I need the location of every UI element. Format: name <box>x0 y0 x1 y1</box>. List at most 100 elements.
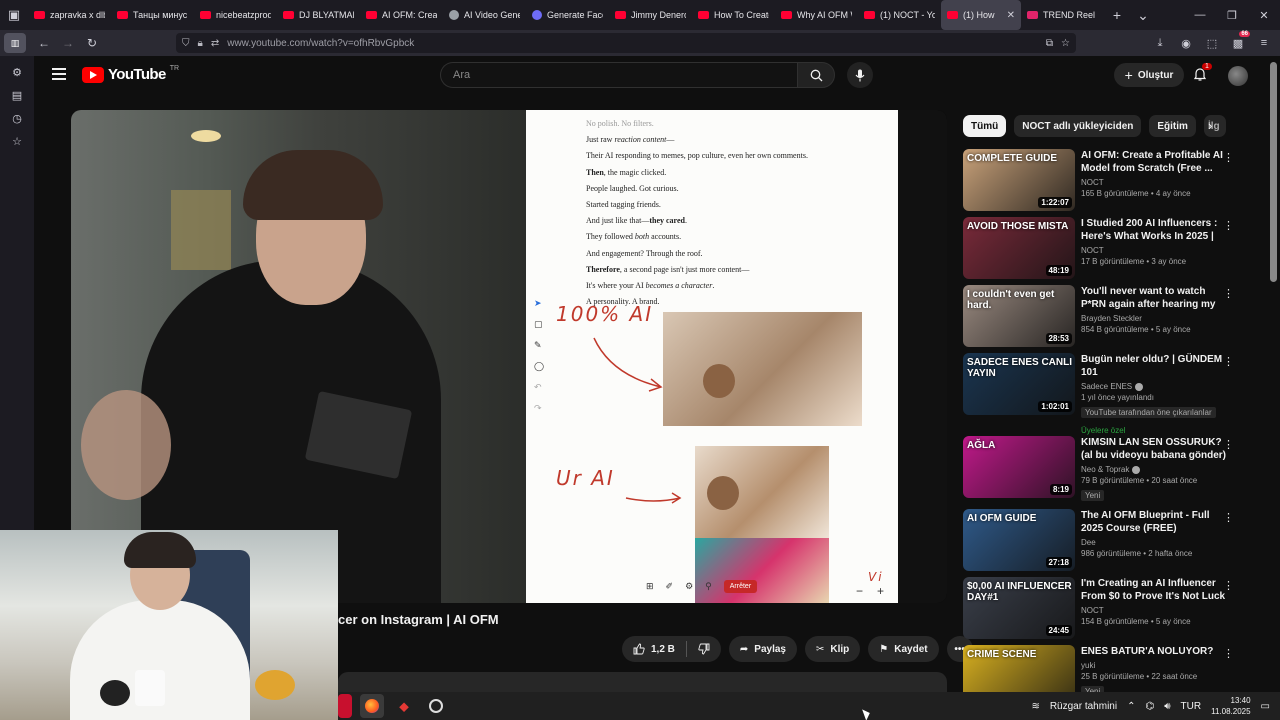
shield-icon[interactable]: ⛉ <box>182 38 190 49</box>
taskbar-app-icon[interactable] <box>338 694 352 718</box>
bookmark-star-icon[interactable]: ☆ <box>1061 38 1070 49</box>
more-vertical-icon[interactable]: ⋮ <box>1223 438 1234 451</box>
comment-icon[interactable]: ◯ <box>534 361 544 372</box>
browser-tab[interactable]: nicebeatzprod <box>194 0 277 30</box>
browser-tab[interactable]: How To Create <box>692 0 775 30</box>
back-icon[interactable]: ← <box>32 31 56 55</box>
more-vertical-icon[interactable]: ⋮ <box>1223 355 1234 368</box>
minimize-icon[interactable]: — <box>1184 0 1216 30</box>
more-vertical-icon[interactable]: ⋮ <box>1223 287 1234 300</box>
scrollbar-thumb[interactable] <box>1270 62 1277 282</box>
recommended-video[interactable]: SADECE ENES CANLI YAYIN 1:02:01 Bugün nele… <box>963 353 1253 436</box>
browser-tab[interactable]: (1) NOCT - You <box>858 0 941 30</box>
avatar[interactable] <box>1228 66 1248 86</box>
notifications-button[interactable]: 1 <box>1192 63 1212 84</box>
zoom-out-icon[interactable]: − <box>856 584 863 598</box>
more-vertical-icon[interactable]: ⋮ <box>1223 219 1234 232</box>
extensions-icon[interactable]: ⬚ <box>1202 33 1222 53</box>
downloads-icon[interactable]: ⤓ <box>1150 33 1170 53</box>
browser-tab[interactable]: (1) How ✕ <box>941 0 1021 30</box>
grid-icon[interactable]: ⊞ <box>646 581 654 592</box>
firefox-view-icon[interactable]: ▣ <box>0 0 28 30</box>
channel-name[interactable]: Neo & Toprak <box>1081 465 1129 474</box>
recommended-video[interactable]: AI OFM GUIDE 27:18 The AI OFM Blueprint - … <box>963 509 1253 577</box>
page-scrollbar[interactable] <box>1268 56 1280 696</box>
browser-tab[interactable]: DJ BLYATMAN <box>277 0 360 30</box>
permissions-icon[interactable]: ⇄ <box>211 38 219 49</box>
lock-icon[interactable]: 🔒︎ <box>198 38 203 49</box>
save-button[interactable]: ⚑ Kaydet <box>868 636 939 662</box>
addon-icon[interactable]: ▩ 66 <box>1228 31 1250 53</box>
channel-name[interactable]: NOCT <box>1081 606 1104 615</box>
pin-taskbar-icon[interactable]: ⬥ <box>392 694 416 718</box>
channel-name[interactable]: NOCT <box>1081 178 1104 187</box>
weather-text[interactable]: Rüzgar tahmini <box>1050 701 1117 712</box>
language-indicator[interactable]: TUR <box>1181 701 1202 712</box>
adjust-icon[interactable]: ⚙ <box>685 581 693 592</box>
restore-icon[interactable]: ❐ <box>1216 0 1248 30</box>
browser-tab[interactable]: zapravka x dlb <box>28 0 111 30</box>
youtube-logo[interactable]: YouTube TR <box>82 65 179 83</box>
app-menu-icon[interactable]: ≡ <box>1254 33 1274 53</box>
network-icon[interactable]: ⌬ <box>1145 701 1154 712</box>
undo-icon[interactable]: ↶ <box>534 382 544 393</box>
stop-sharing-button[interactable]: Arrêter <box>723 580 758 593</box>
video-title[interactable]: Bugün neler oldu? | GÜNDEM 101 <box>1081 353 1227 379</box>
channel-name[interactable]: Sadece ENES <box>1081 382 1132 391</box>
bookmarks-icon[interactable]: ☆ <box>12 135 22 148</box>
menu-icon[interactable] <box>52 68 66 80</box>
channel-name[interactable]: NOCT <box>1081 246 1104 255</box>
like-button[interactable]: 1,2 B <box>622 636 686 662</box>
video-title[interactable]: KIMSIN LAN SEN OSSURUK? (al bu videoyu b… <box>1081 436 1227 462</box>
browser-tab[interactable]: Танцы минус <box>111 0 194 30</box>
chevron-up-icon[interactable]: ⌃ <box>1127 701 1135 712</box>
video-thumbnail[interactable]: AĞLA 8:19 <box>963 436 1075 498</box>
new-tab-icon[interactable]: + <box>1104 7 1130 23</box>
browser-tab[interactable]: Jimmy Denero <box>609 0 692 30</box>
reload-icon[interactable]: ↻ <box>80 31 104 55</box>
forward-icon[interactable]: → <box>56 31 80 55</box>
video-thumbnail[interactable]: SADECE ENES CANLI YAYIN 1:02:01 <box>963 353 1075 415</box>
search-input[interactable]: Ara <box>440 62 798 88</box>
video-title[interactable]: The AI OFM Blueprint - Full 2025 Course … <box>1081 509 1227 535</box>
create-button[interactable]: + Oluştur <box>1114 63 1184 87</box>
close-tab-icon[interactable]: ✕ <box>1007 10 1015 21</box>
more-vertical-icon[interactable]: ⋮ <box>1223 579 1234 592</box>
picture-in-picture-icon[interactable]: ⧉ <box>1046 38 1053 49</box>
clock[interactable]: 13:40 11.08.2025 <box>1211 695 1250 717</box>
search-button[interactable] <box>797 62 835 88</box>
browser-tab[interactable]: Generate Face | <box>526 0 609 30</box>
recommended-video[interactable]: COMPLETE GUIDE 1:22:07 AI OFM: Create a Pr… <box>963 149 1253 217</box>
channel-name[interactable]: yuki <box>1081 661 1095 670</box>
share-button[interactable]: ➦ Paylaş <box>728 636 797 662</box>
browser-tab[interactable]: AI OFM: Create <box>360 0 443 30</box>
video-thumbnail[interactable]: AVOID THOSE MISTA 48:19 <box>963 217 1075 279</box>
synced-tabs-icon[interactable]: ▤ <box>12 89 22 102</box>
redo-icon[interactable]: ↷ <box>534 403 544 414</box>
video-title[interactable]: I Studied 200 AI Influencers : Here's Wh… <box>1081 217 1227 243</box>
browser-tab[interactable]: TREND Reel (SI <box>1021 0 1104 30</box>
person-add-icon[interactable]: ⚲ <box>705 581 712 592</box>
draw-icon[interactable]: ✐ <box>666 581 674 592</box>
voice-search-button[interactable] <box>847 62 873 88</box>
ai-chatbot-icon[interactable]: ⚙ <box>12 66 22 79</box>
notification-center-icon[interactable]: ▭ <box>1261 701 1270 712</box>
pen-icon[interactable]: ✎ <box>534 340 544 351</box>
channel-name[interactable]: Dee <box>1081 538 1096 547</box>
pointer-icon[interactable]: ➤ <box>534 298 544 309</box>
sidebar-toggle-icon[interactable]: ▥ <box>4 33 26 53</box>
video-title[interactable]: AI OFM: Create a Profitable AI Model fro… <box>1081 149 1227 175</box>
history-icon[interactable]: ◷ <box>12 112 22 125</box>
more-vertical-icon[interactable]: ⋮ <box>1223 647 1234 660</box>
url-text[interactable]: www.youtube.com/watch?v=ofhRbvGpbck <box>227 38 414 49</box>
sticky-note-icon[interactable]: ▢ <box>534 319 544 330</box>
filter-chip[interactable]: NOCT adlı yükleyiciden <box>1014 115 1142 137</box>
recommended-video[interactable]: AVOID THOSE MISTA 48:19 I Studied 200 AI I… <box>963 217 1253 285</box>
video-title[interactable]: ENES BATUR'A NOLUYOR? <box>1081 645 1227 658</box>
more-vertical-icon[interactable]: ⋮ <box>1223 151 1234 164</box>
video-title[interactable]: I'm Creating an AI Influencer From $0 to… <box>1081 577 1227 603</box>
close-window-icon[interactable]: ✕ <box>1248 0 1280 30</box>
recommended-video[interactable]: AĞLA 8:19 KIMSIN LAN SEN OSSURUK? (al bu v… <box>963 436 1253 509</box>
browser-tab[interactable]: AI Video Gener <box>443 0 526 30</box>
video-thumbnail[interactable]: AI OFM GUIDE 27:18 <box>963 509 1075 571</box>
